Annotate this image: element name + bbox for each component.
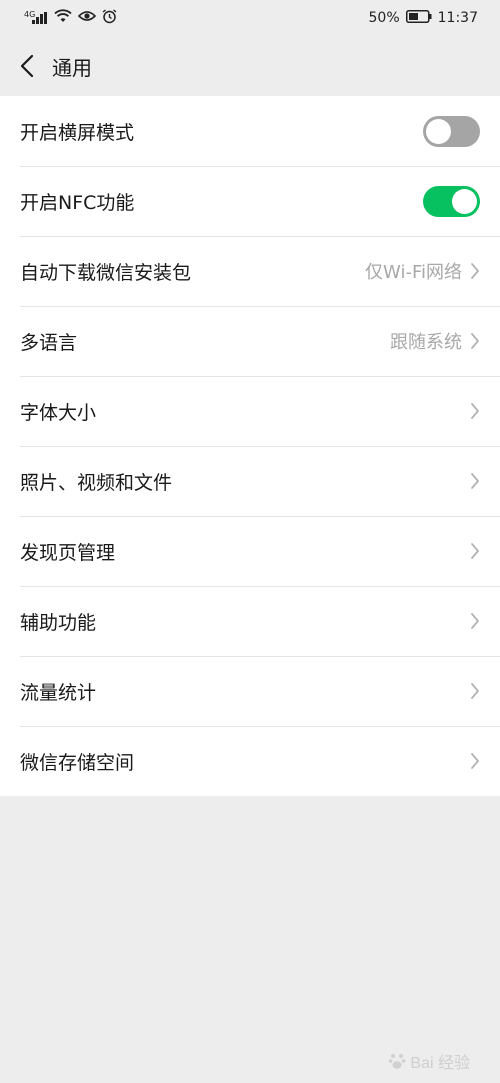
setting-label: 自动下载微信安装包 [20,261,192,284]
chevron-right-icon [470,682,480,700]
chevron-right-icon [470,612,480,630]
setting-label: 发现页管理 [20,541,116,564]
chevron-left-icon [20,54,34,78]
page-title: 通用 [52,55,92,80]
toggle-knob [426,118,451,144]
alarm-icon [102,8,117,28]
setting-media-files[interactable]: 照片、视频和文件 [0,446,500,516]
setting-label: 照片、视频和文件 [20,471,173,494]
setting-label: 开启NFC功能 [20,191,135,214]
setting-nfc: 开启NFC功能 [0,166,500,236]
setting-value: 跟随系统 [390,332,462,353]
toggle-knob [452,188,477,214]
chevron-right-icon [470,542,480,560]
nfc-toggle[interactable] [423,185,480,217]
chevron-right-icon [470,472,480,490]
chevron-right-icon [470,402,480,420]
setting-auto-download[interactable]: 自动下载微信安装包 仅Wi-Fi网络 [0,236,500,306]
status-bar: 4G 50% 11:37 [0,0,500,36]
landscape-mode-toggle[interactable] [423,115,480,147]
watermark-text: Bai 经验 [410,1055,470,1072]
setting-label: 流量统计 [20,681,97,704]
setting-data-usage[interactable]: 流量统计 [0,656,500,726]
chevron-right-icon [470,332,480,350]
nav-header: 通用 [0,36,500,96]
setting-value: 仅Wi-Fi网络 [365,262,462,283]
watermark: Bai 经验 [388,1049,470,1073]
setting-storage[interactable]: 微信存储空间 [0,726,500,796]
setting-label: 开启横屏模式 [20,121,135,144]
wifi-icon [54,9,72,27]
chevron-right-icon [470,262,480,280]
setting-label: 辅助功能 [20,611,97,634]
setting-font-size[interactable]: 字体大小 [0,376,500,446]
setting-discover-management[interactable]: 发现页管理 [0,516,500,586]
chevron-right-icon [470,752,480,770]
setting-landscape-mode: 开启横屏模式 [0,96,500,166]
network-type: 4G [24,10,36,19]
setting-label: 多语言 [20,331,78,354]
back-button[interactable] [2,36,52,96]
setting-language[interactable]: 多语言 跟随系统 [0,306,500,376]
setting-label: 微信存储空间 [20,751,135,774]
setting-label: 字体大小 [20,401,97,424]
clock-time: 11:37 [437,10,478,26]
status-icons-right: 50% 11:37 [368,9,478,27]
battery-percent: 50% [368,10,400,26]
setting-accessibility[interactable]: 辅助功能 [0,586,500,656]
cellular-signal-icon: 4G [24,10,48,24]
status-icons-left: 4G [24,8,117,28]
battery-icon [405,9,432,27]
eye-comfort-icon [78,10,97,26]
paw-icon [389,1054,406,1069]
settings-list: 开启横屏模式 开启NFC功能 自动下载微信安装包 仅Wi-Fi网络 多语言 跟随… [0,96,500,796]
